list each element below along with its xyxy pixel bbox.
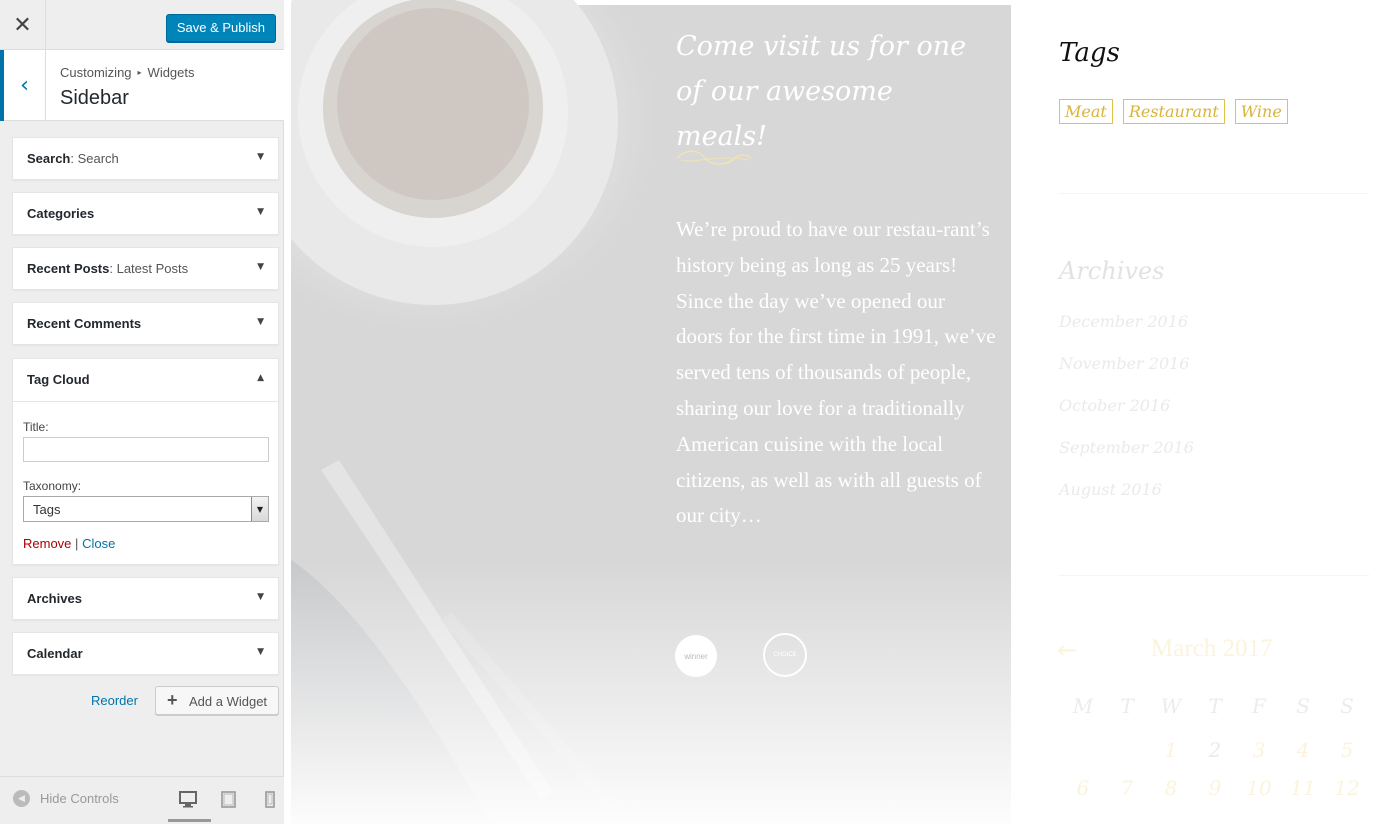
chevron-down-icon: ▼	[257, 317, 264, 327]
archive-link[interactable]: October 2016	[1059, 396, 1170, 415]
chevron-down-icon: ▼	[257, 592, 264, 602]
widget-title: Recent Comments	[27, 316, 142, 331]
close-widget-link[interactable]: Close	[82, 536, 115, 551]
breadcrumb-current: Widgets	[147, 65, 195, 80]
hero-heading: Come visit us for one of our awesome mea…	[676, 31, 967, 152]
taxonomy-selected-value: Tags	[33, 502, 61, 517]
hero-bottom-fade	[291, 560, 1011, 824]
archive-link[interactable]: December 2016	[1059, 312, 1188, 331]
calendar-day: 1	[1164, 738, 1178, 762]
tag-cloud-list: Meat Restaurant Wine	[1059, 99, 1288, 124]
widget-search[interactable]: Search: Search ▼	[12, 137, 279, 180]
calendar-day: 8	[1164, 776, 1178, 800]
close-customizer-button[interactable]: ✕	[0, 0, 46, 50]
mobile-preview-icon[interactable]	[260, 789, 280, 809]
preview-sidebar: Tags Meat Restaurant Wine Archives Decem…	[1011, 0, 1399, 824]
widget-recent-comments[interactable]: Recent Comments ▼	[12, 302, 279, 345]
calendar-weekday: S	[1296, 694, 1310, 718]
archive-link[interactable]: September 2016	[1059, 438, 1194, 457]
taxonomy-select[interactable]: Tags ▼	[23, 496, 269, 522]
award-badge: winner	[675, 635, 717, 677]
ornament-divider-icon	[676, 150, 752, 165]
widget-actions: Remove | Close	[23, 536, 115, 551]
chevron-up-icon: ▲	[257, 373, 264, 383]
calendar-weekday: T	[1208, 694, 1222, 718]
archive-link[interactable]: August 2016	[1059, 480, 1162, 499]
hide-controls-label: Hide Controls	[40, 791, 119, 806]
calendar-weekday: S	[1340, 694, 1354, 718]
widget-tag-cloud-header[interactable]: Tag Cloud ▲	[13, 359, 278, 402]
widget-calendar[interactable]: Calendar ▼	[12, 632, 279, 675]
hide-controls-button[interactable]: ◀ Hide Controls	[13, 790, 119, 807]
chevron-down-icon: ▼	[257, 647, 264, 657]
title-field[interactable]	[23, 437, 269, 462]
back-button[interactable]: ‹	[0, 50, 46, 121]
breadcrumb: Customizing ▸ Widgets	[60, 65, 195, 80]
remove-widget-link[interactable]: Remove	[23, 536, 71, 551]
calendar-month-title: March 2017	[1151, 635, 1273, 662]
customizer-panel: ✕ Save & Publish ‹ Customizing ▸ Widgets S…	[0, 0, 284, 824]
customizer-footer: ◀ Hide Controls	[0, 776, 284, 824]
section-header: ‹ Customizing ▸ Widgets Sidebar	[0, 50, 284, 121]
calendar-day: 5	[1340, 738, 1354, 762]
widget-title: Calendar	[27, 646, 83, 661]
customizer-header: ✕ Save & Publish	[0, 0, 284, 50]
chevron-down-icon: ▼	[257, 207, 264, 217]
plus-icon: +	[167, 690, 178, 710]
calendar-weekday: M	[1072, 694, 1094, 718]
tag-link[interactable]: Restaurant	[1122, 99, 1225, 124]
calendar-weekday: T	[1120, 694, 1134, 718]
breadcrumb-root: Customizing	[60, 65, 132, 80]
widget-recent-posts[interactable]: Recent Posts: Latest Posts ▼	[12, 247, 279, 290]
breadcrumb-separator-icon: ▸	[137, 68, 142, 77]
active-device-indicator	[168, 819, 211, 822]
widget-archives[interactable]: Archives ▼	[12, 577, 279, 620]
tag-link[interactable]: Meat	[1059, 99, 1113, 124]
widget-title: Categories	[27, 206, 95, 221]
tags-widget-title: Tags	[1059, 38, 1120, 68]
calendar-prev-arrow-icon[interactable]: ←	[1057, 636, 1077, 664]
chevron-down-icon: ▼	[257, 262, 264, 272]
calendar-day: 10	[1246, 776, 1272, 800]
actions-separator: |	[75, 536, 79, 551]
calendar-day: 9	[1208, 776, 1222, 800]
hero-body-text: We’re proud to have our restau-rant’s hi…	[676, 217, 996, 528]
calendar-day: 11	[1290, 776, 1316, 800]
widget-title: Search: Search	[27, 151, 119, 166]
title-field-label: Title:	[23, 420, 49, 434]
dropdown-arrow-icon: ▼	[251, 497, 268, 521]
archive-link[interactable]: November 2016	[1059, 354, 1189, 373]
calendar-day-link[interactable]: 2	[1193, 738, 1237, 762]
calendar-weekday: F	[1252, 694, 1266, 718]
collapse-arrow-icon: ◀	[13, 790, 30, 807]
calendar-day: 6	[1076, 776, 1090, 800]
widget-categories[interactable]: Categories ▼	[12, 192, 279, 235]
tablet-preview-icon[interactable]	[219, 789, 239, 809]
add-widget-button[interactable]: + Add a Widget	[155, 686, 279, 715]
calendar-weekday: W	[1160, 694, 1182, 718]
widget-title: Tag Cloud	[27, 372, 90, 387]
add-widget-label: Add a Widget	[189, 694, 268, 709]
section-title: Sidebar	[60, 87, 129, 109]
calendar-day: 4	[1296, 738, 1310, 762]
desktop-preview-icon[interactable]	[178, 789, 198, 809]
calendar-day: 3	[1252, 738, 1266, 762]
widget-tag-cloud: Tag Cloud ▲ Title: Taxonomy: Tags ▼ Remo…	[12, 358, 279, 565]
chevron-down-icon: ▼	[257, 152, 264, 162]
divider	[1059, 575, 1369, 576]
taxonomy-field-label: Taxonomy:	[23, 479, 82, 493]
widget-title: Recent Posts: Latest Posts	[27, 261, 189, 276]
calendar-day: 12	[1334, 776, 1360, 800]
preview-hero: Come visit us for one of our awesome mea…	[291, 0, 1011, 824]
widget-title: Archives	[27, 591, 82, 606]
archives-widget-title: Archives	[1059, 257, 1165, 285]
save-publish-button[interactable]: Save & Publish	[165, 14, 276, 42]
calendar-day: 7	[1120, 776, 1134, 800]
reorder-link[interactable]: Reorder	[91, 693, 138, 708]
divider	[1059, 193, 1369, 194]
tripadvisor-badge: CHOICE	[763, 633, 807, 677]
tag-link[interactable]: Wine	[1234, 99, 1288, 124]
